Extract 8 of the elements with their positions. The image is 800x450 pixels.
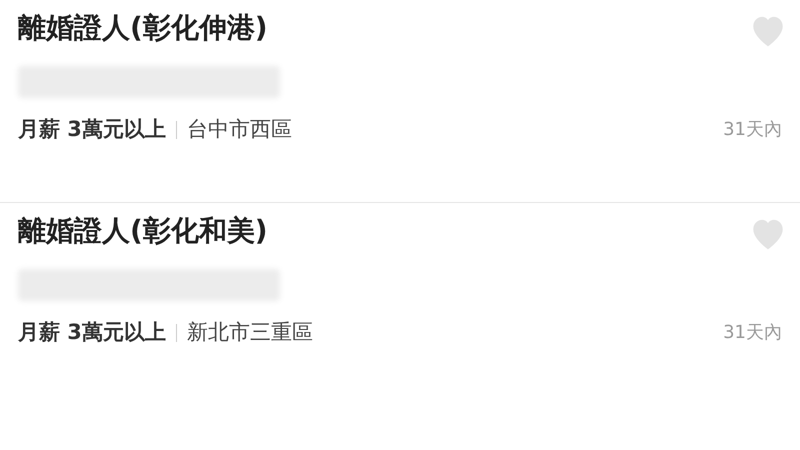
posted-time: 31天內 bbox=[723, 321, 782, 346]
posted-time: 31天內 bbox=[723, 118, 782, 142]
salary-text: 月薪 3萬元以上 bbox=[18, 319, 166, 346]
location-text: 台中市西區 bbox=[186, 116, 292, 143]
salary-text: 月薪 3萬元以上 bbox=[18, 116, 166, 143]
job-title[interactable]: 離婚證人(彰化伸港) bbox=[18, 4, 268, 50]
location-text: 新北市三重區 bbox=[186, 319, 313, 346]
job-title[interactable]: 離婚證人(彰化和美) bbox=[18, 207, 268, 253]
